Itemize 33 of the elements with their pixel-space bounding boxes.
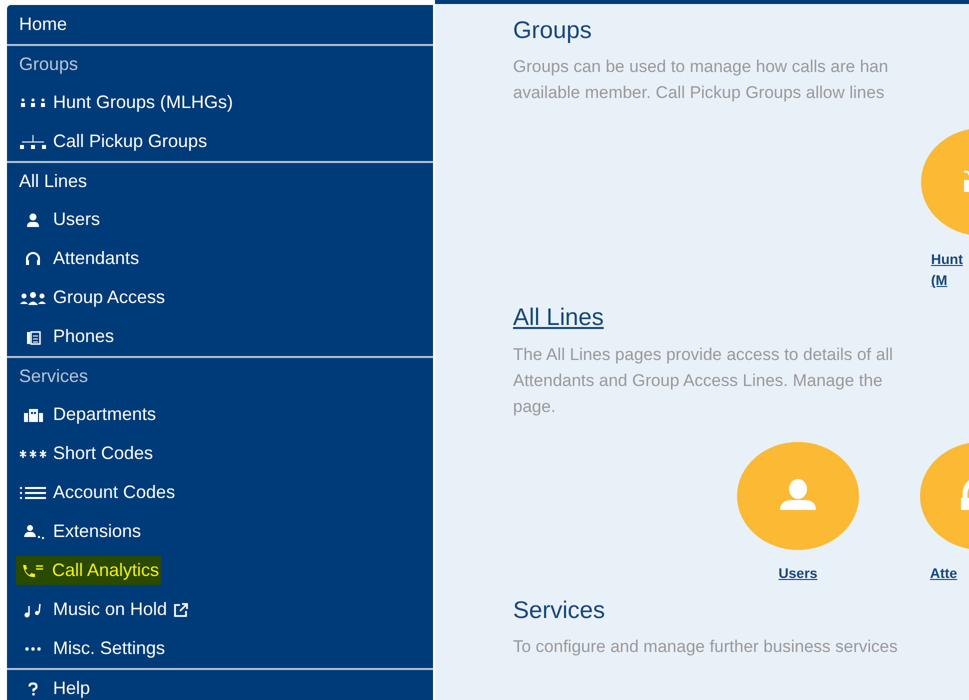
- tile-link[interactable]: Users: [778, 562, 818, 584]
- ellipsis-icon: [25, 646, 41, 650]
- sidebar-link[interactable]: Phones: [19, 323, 114, 350]
- help-icon: [28, 682, 38, 696]
- section-title: Services: [513, 598, 606, 624]
- sidebar-link[interactable]: Departments: [19, 401, 156, 428]
- sidebar-link[interactable]: Users: [19, 206, 100, 233]
- asterisks-icon: [19, 448, 47, 458]
- section-description: Groups can be used to manage how calls are han available member. Call Pickup Groups allow lines: [513, 56, 890, 104]
- sidebar-link[interactable]: Extensions: [19, 518, 142, 545]
- sidebar-header-link[interactable]: Home: [19, 11, 68, 38]
- list-icon: [19, 484, 47, 500]
- tile-link[interactable]: Atte: [920, 562, 958, 584]
- hierarchy-icon: [19, 134, 47, 150]
- sidebar-link[interactable]: Account Codes: [19, 479, 176, 506]
- users-icon: [19, 290, 47, 306]
- section-title: Groups: [513, 18, 592, 44]
- tile-link[interactable]: Hunt (M: [921, 249, 963, 292]
- section-title-link[interactable]: All Lines: [513, 305, 604, 332]
- sidebar-link[interactable]: Short Codes: [19, 440, 154, 467]
- sidebar-link[interactable]: Call Analytics: [16, 556, 162, 585]
- sidebar-link[interactable]: Call Pickup Groups: [19, 128, 208, 155]
- sidebar-link[interactable]: Music on Hold: [19, 596, 168, 623]
- section-label: Groups: [19, 53, 78, 76]
- section-label: Services: [19, 365, 88, 388]
- section-description: To configure and manage further business services: [513, 636, 899, 658]
- section-description: The All Lines pages provide access to details of all Attendants and Group Access Lines. Manage the page.: [513, 344, 894, 418]
- sidebar-header-link[interactable]: All Lines: [19, 168, 88, 195]
- sidebar-link[interactable]: Group Access: [19, 284, 166, 311]
- sidebar-link[interactable]: Hunt Groups (MLHGs): [19, 89, 234, 116]
- sidebar-link[interactable]: Attendants: [19, 245, 140, 272]
- sidebar-link[interactable]: Misc. Settings: [19, 635, 166, 662]
- sidebar-header-link[interactable]: Help: [53, 675, 90, 700]
